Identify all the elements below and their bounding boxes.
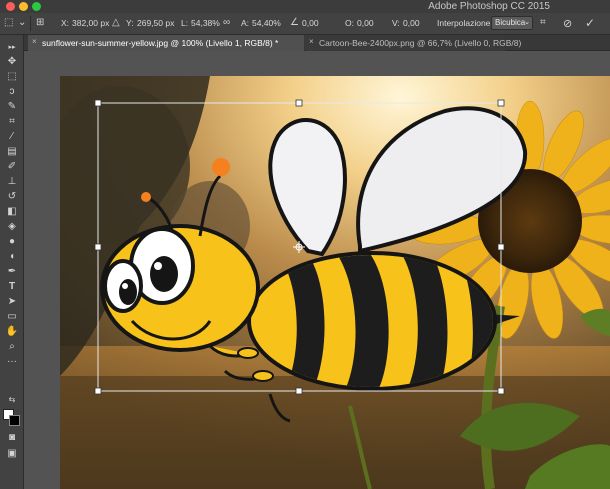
hand-tool-icon[interactable]: ✋ [4,325,20,339]
skew-h-field[interactable]: 0,00 [357,18,374,28]
bee-pupil [119,279,137,305]
skew-v-label: V: [392,18,400,28]
link-icon[interactable]: ∞ [223,17,230,28]
eyedropper-tool-icon[interactable]: ⁄ [4,130,20,144]
transform-handle[interactable] [497,99,505,107]
path-selection-tool-icon[interactable]: ➤ [4,295,20,309]
interpolation-select[interactable]: Bicubica ⌄ [491,16,533,30]
chevron-down-icon[interactable]: ⌄ [18,17,26,28]
transform-handle[interactable] [94,243,102,251]
delta-icon[interactable]: △ [112,17,120,28]
transform-handle[interactable] [94,387,102,395]
transform-handle[interactable] [497,387,505,395]
tool-preset-icon[interactable]: ⬚ [4,17,13,28]
angle-icon: ∠ [290,17,299,28]
history-brush-tool-icon[interactable]: ↺ [4,190,20,204]
window-maximize-button[interactable] [32,2,41,11]
interpolation-label: Interpolazione: [437,18,493,28]
options-bar: ⬚ ⌄ ⊞ X: 382,00 px △ Y: 269,50 px L: 54,… [0,13,610,35]
clone-stamp-tool-icon[interactable]: ⊥ [4,175,20,189]
title-bar: Adobe Photoshop CC 2015 [0,0,610,13]
move-tool-icon[interactable]: ✥ [4,55,20,69]
close-icon[interactable]: × [32,37,37,46]
dodge-tool-icon[interactable]: ◖ [4,250,20,264]
tab-sunflower[interactable]: × sunflower-sun-summer-yellow.jpg @ 100%… [28,35,304,51]
y-label: Y: [126,18,134,28]
reference-point-icon[interactable]: ⊞ [36,17,44,28]
cancel-icon[interactable]: ⊘ [563,17,572,30]
interpolation-value: Bicubica [495,18,526,27]
window-minimize-button[interactable] [19,2,28,11]
lasso-tool-icon[interactable]: ↄ [4,85,20,99]
tab-label: sunflower-sun-summer-yellow.jpg @ 100% (… [42,38,279,48]
zoom-tool-icon[interactable]: ⌕ [4,340,20,354]
width-field[interactable]: 54,38% [191,18,220,28]
height-field[interactable]: 54,40% [252,18,281,28]
warp-icon[interactable]: ⌗ [540,17,546,28]
commit-icon[interactable]: ✓ [585,16,595,30]
width-label: L: [181,18,189,28]
transform-handle[interactable] [497,243,505,251]
transform-handle[interactable] [295,387,303,395]
panel-collapse-icon[interactable]: ▸▸ [4,41,20,55]
document-tab-bar: × sunflower-sun-summer-yellow.jpg @ 100%… [24,35,610,51]
eraser-tool-icon[interactable]: ◧ [4,205,20,219]
tools-panel: ▸▸ ✥ ⬚ ↄ ✎ ⌗ ⁄ ▤ ✐ ⊥ ↺ ◧ ◈ ● ◖ ✒ T ➤ ▭ ✋… [0,35,24,489]
marquee-tool-icon[interactable]: ⬚ [4,70,20,84]
bee-pupil [150,256,178,292]
x-label: X: [61,18,70,28]
y-field[interactable]: 269,50 px [137,18,174,28]
swap-colors-icon[interactable]: ⇆ [4,393,20,407]
antenna-tip [141,192,151,202]
type-tool-icon[interactable]: T [4,280,20,294]
transform-handle[interactable] [295,99,303,107]
tab-cartoon-bee[interactable]: × Cartoon-Bee-2400px.png @ 66,7% (Livell… [305,35,521,51]
height-label: A: [241,18,250,28]
antenna-tip [212,158,230,176]
window-close-button[interactable] [6,2,15,11]
skew-h-label: O: [345,18,354,28]
blur-tool-icon[interactable]: ● [4,235,20,249]
app-title: Adobe Photoshop CC 2015 [428,1,550,12]
pen-tool-icon[interactable]: ✒ [4,265,20,279]
skew-v-field[interactable]: 0,00 [403,18,420,28]
divider [30,16,31,31]
close-icon[interactable]: × [309,37,314,46]
quick-selection-tool-icon[interactable]: ✎ [4,100,20,114]
tab-label: Cartoon-Bee-2400px.png @ 66,7% (Livello … [319,38,522,48]
brush-tool-icon[interactable]: ✐ [4,160,20,174]
quick-mask-icon[interactable]: ◙ [4,431,20,445]
crop-tool-icon[interactable]: ⌗ [4,115,20,129]
more-tools-icon[interactable]: ··· [4,355,20,369]
screen-mode-icon[interactable]: ▣ [4,447,20,461]
chevron-down-icon: ⌄ [524,19,530,26]
paint-bucket-tool-icon[interactable]: ◈ [4,220,20,234]
transform-handle[interactable] [94,99,102,107]
healing-brush-tool-icon[interactable]: ▤ [4,145,20,159]
document-canvas[interactable] [24,51,610,489]
x-field[interactable]: 382,00 px [72,18,109,28]
background-color-swatch[interactable] [9,415,20,426]
document-image[interactable] [60,76,610,489]
angle-field[interactable]: 0,00 [302,18,319,28]
rectangle-tool-icon[interactable]: ▭ [4,310,20,324]
